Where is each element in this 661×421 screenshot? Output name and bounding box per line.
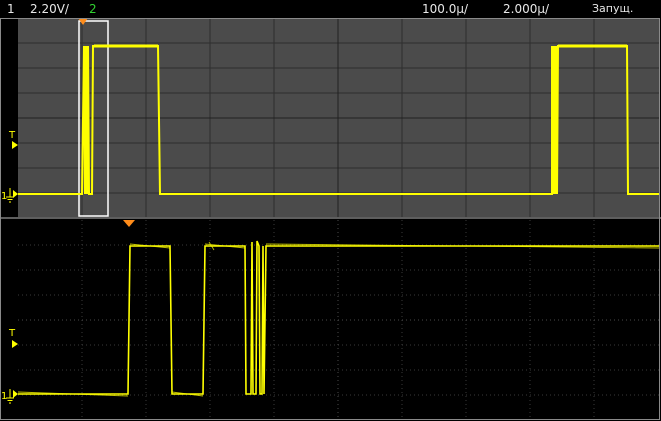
zoom-center-axis xyxy=(18,220,659,420)
waveform-display: T 1 T 1 xyxy=(0,18,661,420)
overview-ground-marker[interactable]: 1 xyxy=(1,188,18,203)
triangle-right-icon xyxy=(13,190,18,198)
trigger-level-label-bottom: T xyxy=(8,328,16,339)
trigger-position-zoom-icon[interactable] xyxy=(123,220,135,227)
zoom-waveform xyxy=(18,240,659,395)
zoom-level-marker[interactable]: T xyxy=(8,328,18,348)
overview-level-marker[interactable]: T xyxy=(8,130,18,149)
oscilloscope-screen: 1 2.20V/ 2 100.0µ/ 2.000µ/ Запущ. T 1 T … xyxy=(0,0,661,421)
zoom-ground-marker[interactable]: 1 xyxy=(1,389,18,404)
triangle-right-icon xyxy=(12,340,18,348)
ground-label-bottom: 1 xyxy=(1,391,7,402)
triangle-right-icon xyxy=(12,141,18,149)
trigger-level-label-top: T xyxy=(8,130,16,141)
triangle-right-icon xyxy=(13,390,18,398)
